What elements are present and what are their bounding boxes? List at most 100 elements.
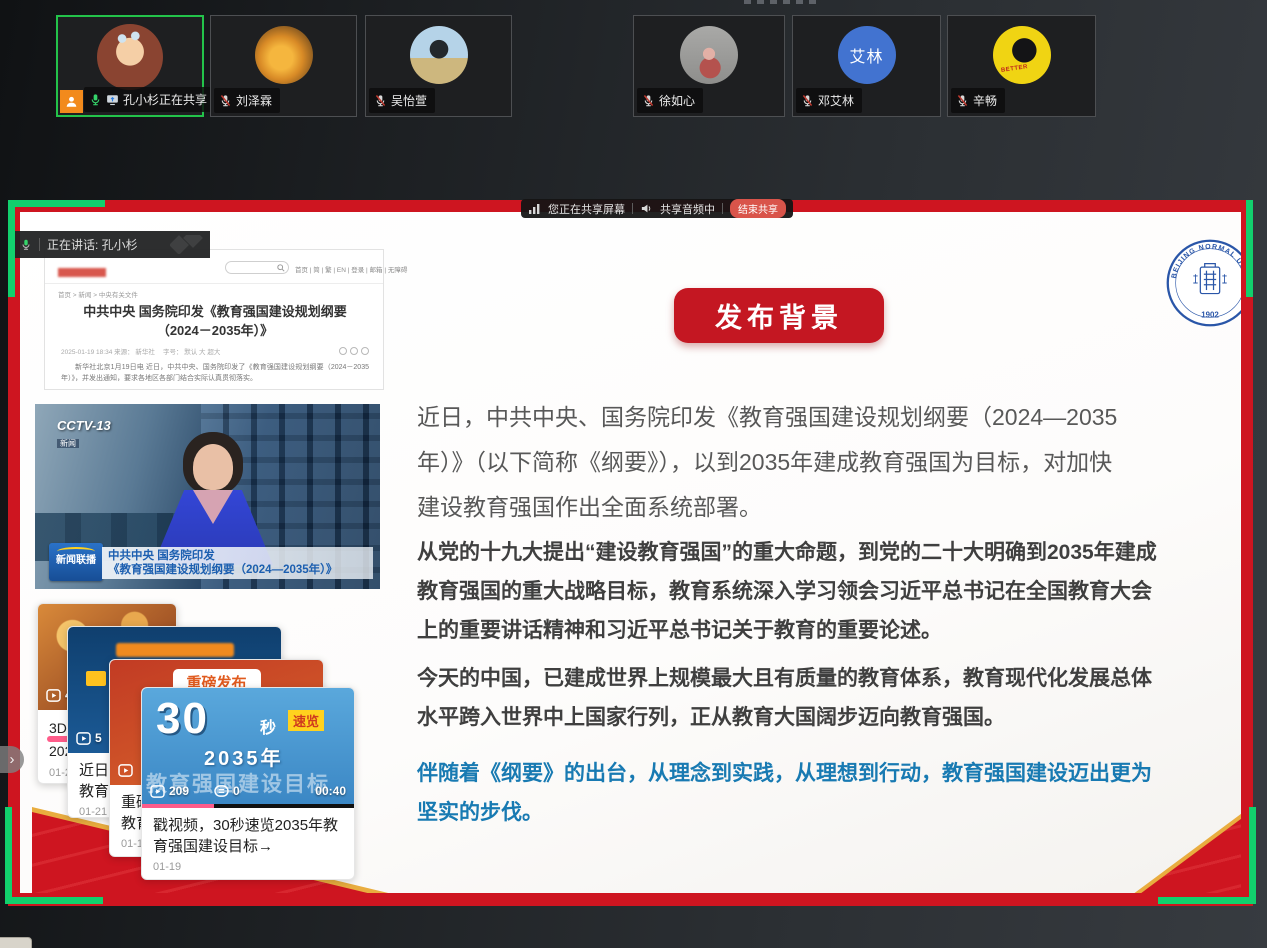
host-badge-icon (60, 90, 83, 113)
mic-muted-icon (219, 94, 232, 107)
participant-name-pill: 刘泽霖 (214, 88, 280, 113)
view-count: 209 (150, 784, 189, 798)
gov-site-nav: 首页 | 简 | 繁 | EN | 登录 | 邮箱 | 无障碍 (295, 264, 407, 274)
avatar: BETTER (993, 26, 1051, 84)
participant-tile[interactable]: 徐如心 (633, 15, 785, 117)
view-count: 5 (76, 731, 102, 745)
article-headline: 中共中央 国务院印发《教育强国建设规划纲要（2024－2035年）》 (63, 302, 367, 340)
avatar-initials: 艾林 (849, 43, 883, 67)
diamond-decor (170, 235, 204, 254)
speaker-icon (640, 202, 653, 215)
audio-share-status-label: 共享音频中 (660, 201, 715, 217)
decor-green-bracket (1246, 200, 1253, 297)
blurred-thumb-title (116, 643, 234, 657)
video-thumbnail: 30 秒 速览 2035年 教育强国建设目标 209 0 00:40 (142, 688, 354, 808)
search-icon (277, 264, 285, 272)
divider (722, 203, 723, 214)
meeting-window: 孔小杉正在共享 刘泽霖 (0, 0, 1267, 948)
feed-date: 01-19 (142, 857, 354, 873)
minimized-window-corner[interactable] (0, 937, 32, 948)
divider (45, 283, 383, 284)
participant-name: 辛畅 (973, 92, 997, 109)
mic-muted-icon (956, 94, 969, 107)
shared-screen-slide: 发布背景 BEIJING NORMAL UNIVERSITY (8, 200, 1253, 906)
decor-green-bracket (5, 897, 103, 904)
feed-caption: 戳视频，30秒速览2035年教育强国建设目标→ (142, 808, 354, 857)
slide-paragraph-strategy: 从党的十九大提出“建设教育强国”的重大命题，到党的二十大明确到2035年建成教育… (417, 533, 1165, 650)
play-count-icon (150, 785, 165, 798)
participant-tile[interactable]: 吴怡萱 (365, 15, 512, 117)
mic-active-icon (89, 93, 102, 106)
participant-tile[interactable]: 艾林 邓艾林 (792, 15, 941, 117)
gov-article-card: 首页 | 简 | 繁 | EN | 登录 | 邮箱 | 无障碍 首页 > 新闻 … (44, 249, 384, 390)
participant-name-pill: 辛畅 (951, 88, 1005, 113)
gov-site-logo (58, 268, 106, 277)
participant-tile[interactable]: BETTER 辛畅 (947, 15, 1096, 117)
avatar (680, 26, 738, 84)
slide-paragraph-intro: 近日，中共中央、国务院印发《教育强国建设规划纲要（2024—2035年）》（以下… (417, 395, 1123, 530)
participant-tile[interactable]: 刘泽霖 (210, 15, 357, 117)
person-icon (65, 95, 78, 108)
share-icons (339, 347, 369, 355)
article-font-size-options: 字号： 默认 大 超大 (163, 346, 220, 356)
speaking-indicator: 正在讲话: 孔小杉 (12, 231, 210, 258)
cctv-channel-logo: CCTV-13 新闻 (57, 418, 111, 451)
decor-green-bracket (1249, 807, 1256, 904)
avatar: 艾林 (838, 26, 896, 84)
play-count-icon (76, 732, 91, 745)
screen-share-icon (106, 93, 119, 106)
progress-bar (142, 804, 354, 808)
comment-icon (214, 785, 229, 798)
avatar (410, 26, 468, 84)
thumb-badge: 速览 (288, 710, 324, 731)
slide-content: 发布背景 BEIJING NORMAL UNIVERSITY (20, 212, 1241, 893)
participant-name: 孔小杉正在共享 (123, 91, 207, 108)
play-count-icon (118, 764, 133, 777)
slide-title-chip: 发布背景 (674, 288, 884, 343)
thumb-emblem (86, 671, 106, 686)
participant-name-pill: 邓艾林 (796, 88, 862, 113)
participant-name: 邓艾林 (818, 92, 854, 109)
slide-paragraph-today: 今天的中国，已建成世界上规模最大且有质量的教育体系，教育现代化发展总体水平跨入世… (417, 659, 1165, 737)
decor-green-bracket (5, 807, 12, 904)
article-date-source: 2025-01-19 18:34 来源： 新华社 (61, 346, 155, 356)
article-body-snippet: 新华社北京1月19日电 近日，中共中央、国务院印发了《教育强国建设规划纲要（20… (61, 362, 369, 384)
svg-text:1902: 1902 (1201, 310, 1219, 319)
participant-tile-active-speaker[interactable]: 孔小杉正在共享 (56, 15, 204, 117)
divider (632, 203, 633, 214)
stop-share-button[interactable]: 结束共享 (730, 199, 786, 218)
divider (39, 238, 40, 251)
decor-green-bracket (1158, 897, 1256, 904)
article-meta: 2025-01-19 18:34 来源： 新华社 字号： 默认 大 超大 (61, 346, 369, 356)
play-count-icon (46, 689, 61, 702)
breadcrumb: 首页 > 新闻 > 中央有关文件 (58, 289, 138, 299)
comment-count: 0 (214, 784, 240, 798)
view-count (118, 764, 133, 777)
participant-name-pill: 孔小杉正在共享 (84, 87, 215, 112)
mic-muted-icon (801, 94, 814, 107)
participant-name-pill: 吴怡萱 (369, 88, 435, 113)
chevron-right-icon: › (10, 751, 15, 768)
slide-paragraph-outlook: 伴随着《纲要》的出台，从理念到实践，从理想到行动，教育强国建设迈出更为坚实的步伐… (417, 754, 1165, 832)
thumb-year: 2035年 (204, 742, 284, 771)
xinwen-lianbo-logo: 新闻联播 (49, 543, 103, 581)
video-duration: 00:40 (315, 784, 346, 798)
share-toolbar: 您正在共享屏幕 共享音频中 结束共享 (521, 199, 793, 218)
bnu-university-seal-logo: BEIJING NORMAL UNIVERSITY 1902 (1166, 239, 1241, 327)
sharing-status-label: 您正在共享屏幕 (548, 201, 625, 217)
search-box (225, 261, 289, 274)
avatar (255, 26, 313, 84)
decor-green-bracket (8, 200, 15, 297)
avatar-caption: BETTER (1000, 64, 1028, 74)
mic-muted-icon (374, 94, 387, 107)
participant-name-pill: 徐如心 (637, 88, 703, 113)
thumb-unit: 秒 (260, 714, 276, 738)
clipped-top-text (744, 0, 822, 4)
decor-green-bracket (8, 200, 105, 207)
mic-muted-icon (642, 94, 655, 107)
mic-active-icon (20, 238, 32, 251)
thumb-number: 30 (156, 694, 209, 744)
participant-name: 吴怡萱 (391, 92, 427, 109)
signal-bars-icon (528, 203, 541, 215)
feed-card: 30 秒 速览 2035年 教育强国建设目标 209 0 00:40 (141, 687, 355, 880)
